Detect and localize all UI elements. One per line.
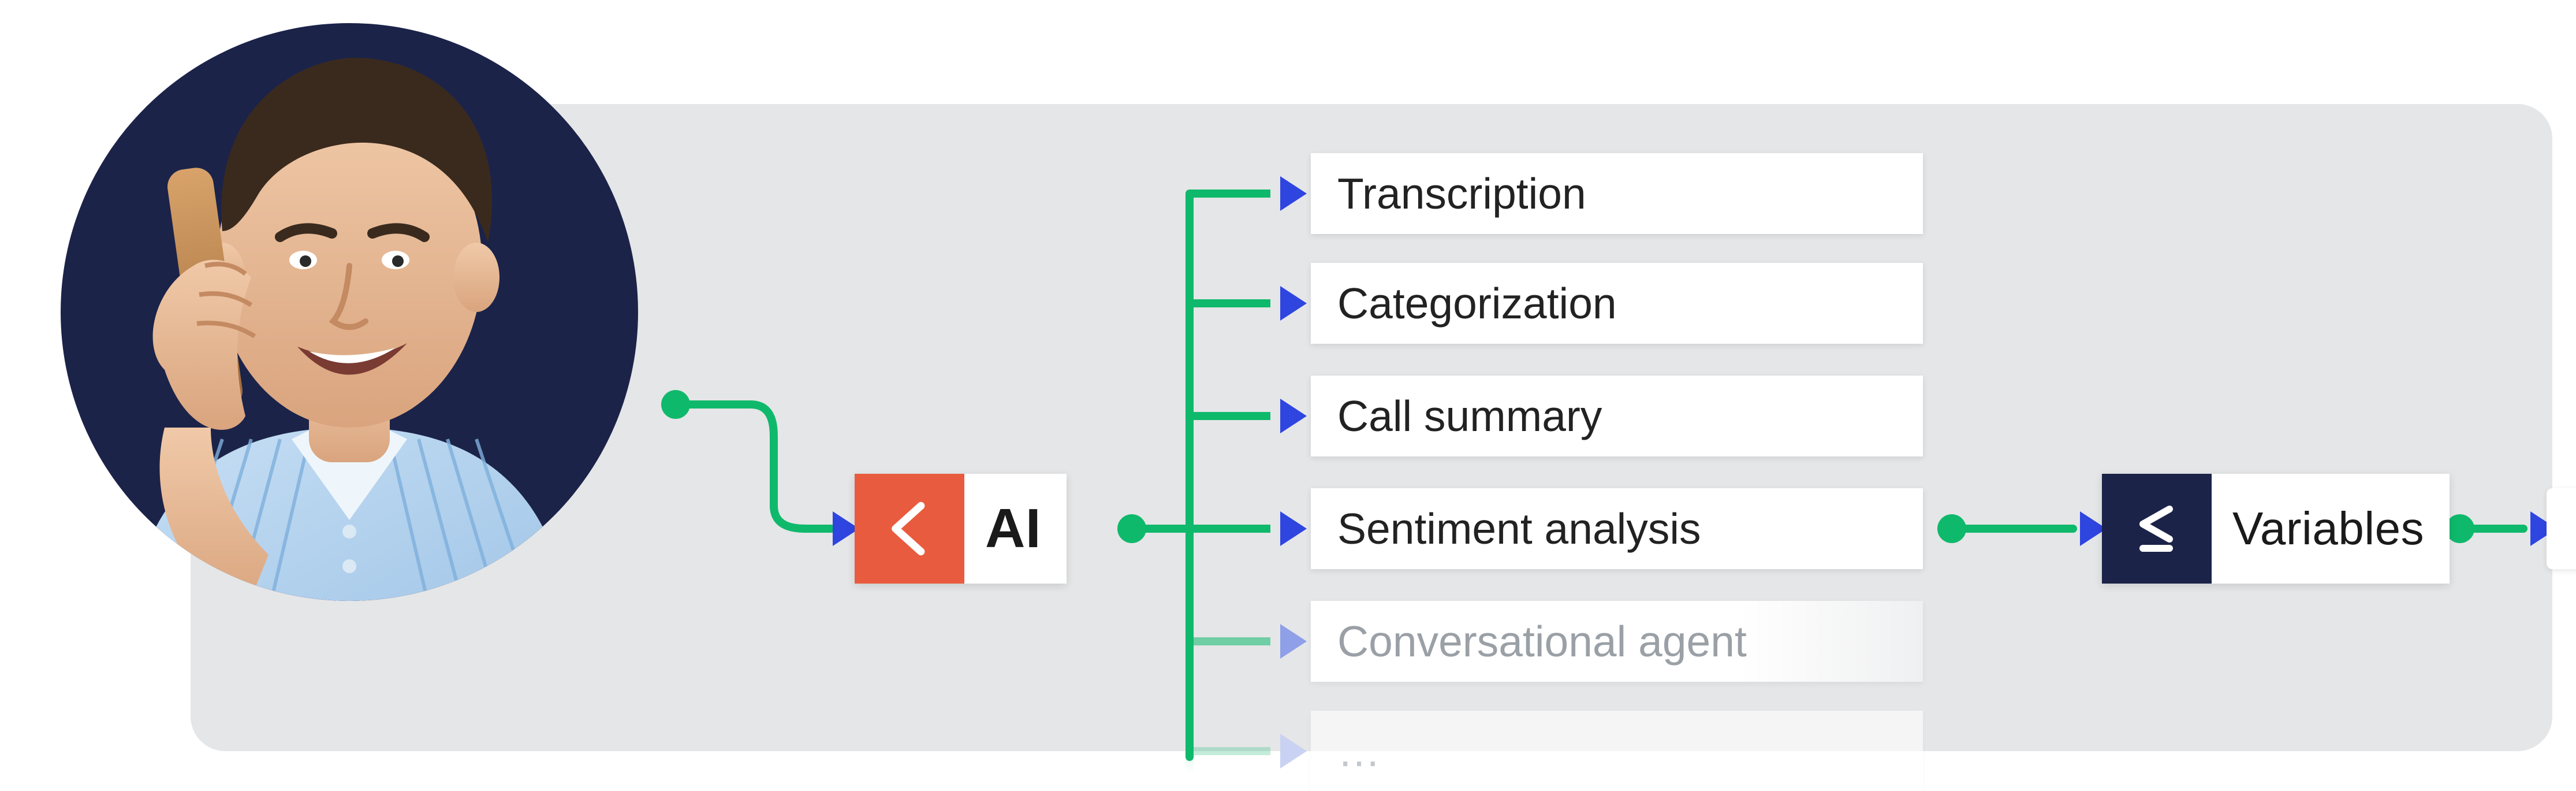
capability-label: Sentiment analysis bbox=[1337, 504, 1701, 554]
arrow-cap-1 bbox=[1280, 176, 1307, 211]
arrow-cap-3 bbox=[1280, 399, 1307, 433]
capability-label: Categorization bbox=[1337, 278, 1617, 328]
flow-dot-capability-out bbox=[1937, 514, 1966, 543]
angle-bracket-left-icon bbox=[855, 474, 964, 584]
flow-dot-variables-out bbox=[2445, 514, 2474, 543]
capability-label: … bbox=[1337, 726, 1381, 776]
capability-label: Transcription bbox=[1337, 169, 1586, 218]
flow-dot-ai-out bbox=[1117, 514, 1146, 543]
flow-dot-caller-out bbox=[661, 390, 690, 419]
arrow-cap-2 bbox=[1280, 286, 1307, 321]
capability-conversational-agent: Conversational agent bbox=[1311, 601, 1923, 682]
variables-node-label: Variables bbox=[2212, 474, 2450, 584]
capability-categorization: Categorization bbox=[1311, 263, 1923, 344]
arrow-cap-6 bbox=[1280, 734, 1307, 768]
next-step-stub bbox=[2547, 488, 2576, 569]
variables-node: Variables bbox=[2102, 474, 2450, 584]
capability-more: … bbox=[1311, 711, 1923, 791]
avatar-illustration bbox=[61, 23, 638, 601]
capability-label: Conversational agent bbox=[1337, 617, 1747, 666]
less-equal-icon bbox=[2102, 474, 2212, 584]
diagram-stage: AI Transcription Categorization Call sum… bbox=[0, 0, 2576, 791]
ai-node: AI bbox=[855, 474, 1067, 584]
arrow-cap-5 bbox=[1280, 624, 1307, 659]
capability-sentiment-analysis: Sentiment analysis bbox=[1311, 488, 1923, 569]
ai-node-label: AI bbox=[964, 474, 1067, 584]
capability-transcription: Transcription bbox=[1311, 153, 1923, 234]
arrow-cap-4 bbox=[1280, 511, 1307, 546]
capability-label: Call summary bbox=[1337, 391, 1602, 441]
caller-avatar bbox=[61, 23, 638, 601]
capability-call-summary: Call summary bbox=[1311, 376, 1923, 456]
